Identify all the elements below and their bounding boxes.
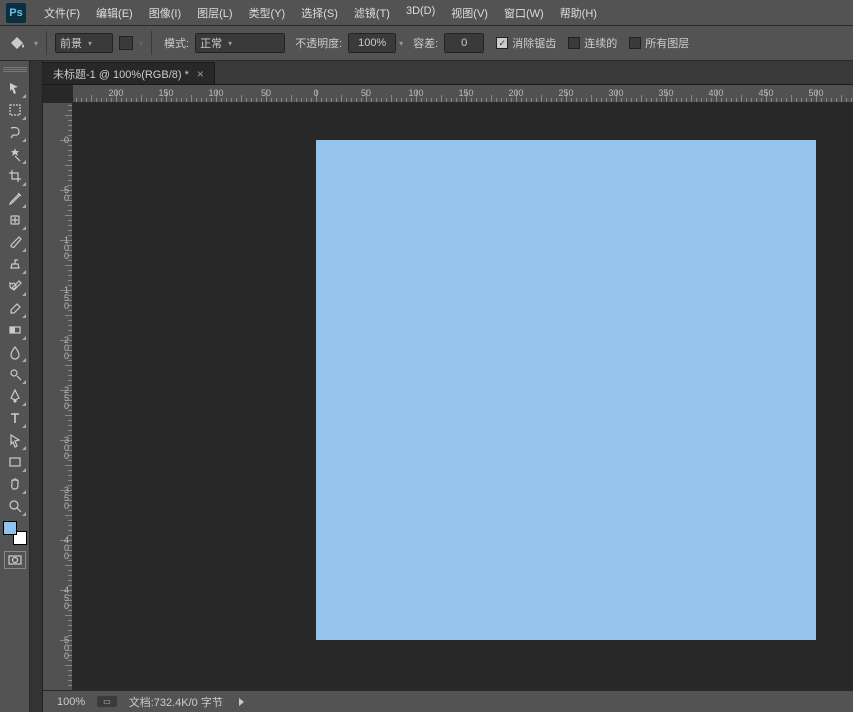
tolerance-label: 容差: — [413, 35, 438, 51]
document-tab[interactable]: 未标题-1 @ 100%(RGB/8) * × — [43, 62, 215, 84]
marquee-tool[interactable] — [3, 99, 27, 121]
lasso-tool[interactable] — [3, 121, 27, 143]
antialias-checkbox[interactable]: ✓消除锯齿 — [496, 35, 556, 51]
dodge-tool[interactable] — [3, 363, 27, 385]
hand-tool[interactable] — [3, 473, 27, 495]
menu-item[interactable]: 文件(F) — [36, 1, 88, 25]
opacity-label: 不透明度: — [295, 35, 342, 51]
preview-icon[interactable]: ▭ — [97, 696, 117, 707]
blur-tool[interactable] — [3, 341, 27, 363]
pattern-swatch[interactable] — [119, 36, 133, 50]
all-layers-checkbox[interactable]: 所有图层 — [629, 35, 689, 51]
eyedropper-tool[interactable] — [3, 187, 27, 209]
menu-item[interactable]: 编辑(E) — [88, 1, 141, 25]
document-area: 未标题-1 @ 100%(RGB/8) * × 2502001501005005… — [43, 61, 853, 712]
blend-mode-dropdown[interactable]: 正常▾ — [195, 33, 285, 53]
canvas-viewport[interactable] — [73, 103, 853, 690]
tolerance-input[interactable]: 0 — [444, 33, 484, 53]
zoom-level[interactable]: 100% — [57, 696, 85, 708]
zoom-tool[interactable] — [3, 495, 27, 517]
foreground-color[interactable] — [3, 521, 17, 535]
flyout-icon[interactable] — [239, 698, 244, 706]
menu-item[interactable]: 窗口(W) — [496, 1, 552, 25]
magic-wand-tool[interactable] — [3, 143, 27, 165]
quick-mask-toggle[interactable] — [4, 551, 26, 569]
chevron-down-icon[interactable]: ▾ — [34, 39, 38, 48]
pen-tool[interactable] — [3, 385, 27, 407]
contiguous-checkbox[interactable]: 连续的 — [568, 35, 617, 51]
eraser-tool[interactable] — [3, 297, 27, 319]
menu-item[interactable]: 3D(D) — [398, 1, 443, 25]
bucket-icon[interactable] — [6, 32, 28, 54]
history-brush-tool[interactable] — [3, 275, 27, 297]
menu-item[interactable]: 图像(I) — [141, 1, 189, 25]
chevron-down-icon: ▾ — [139, 39, 143, 48]
healing-brush-tool[interactable] — [3, 209, 27, 231]
opacity-input[interactable]: 100% — [348, 33, 396, 53]
fill-source-dropdown[interactable]: 前景▾ — [55, 33, 113, 53]
menu-item[interactable]: 类型(Y) — [241, 1, 294, 25]
path-select-tool[interactable] — [3, 429, 27, 451]
status-bar: 100% ▭ 文档:732.4K/0 字节 — [43, 690, 853, 712]
move-tool[interactable] — [3, 77, 27, 99]
brush-tool[interactable] — [3, 231, 27, 253]
rectangle-tool[interactable] — [3, 451, 27, 473]
menu-item[interactable]: 选择(S) — [293, 1, 346, 25]
menu-item[interactable]: 图层(L) — [189, 1, 240, 25]
mode-label: 模式: — [164, 35, 189, 51]
tool-palette — [0, 61, 30, 712]
document-tab-bar: 未标题-1 @ 100%(RGB/8) * × — [43, 61, 853, 85]
close-icon[interactable]: × — [197, 67, 204, 81]
type-tool[interactable] — [3, 407, 27, 429]
color-swatch[interactable] — [3, 521, 27, 545]
gradient-tool[interactable] — [3, 319, 27, 341]
options-bar: ▾ 前景▾ ▾ 模式: 正常▾ 不透明度: 100% ▾ 容差: 0 ✓消除锯齿… — [0, 26, 853, 61]
crop-tool[interactable] — [3, 165, 27, 187]
doc-size: 文档:732.4K/0 字节 — [129, 694, 223, 710]
ruler-vertical: 5005 01 0 01 5 02 0 02 5 03 0 03 5 04 0 … — [43, 103, 73, 690]
clone-stamp-tool[interactable] — [3, 253, 27, 275]
ruler-horizontal: 2502001501005005010015020025030035040045… — [73, 85, 853, 103]
app-logo: Ps — [6, 3, 26, 23]
menu-item[interactable]: 视图(V) — [443, 1, 496, 25]
menu-bar: Ps 文件(F)编辑(E)图像(I)图层(L)类型(Y)选择(S)滤镜(T)3D… — [0, 0, 853, 26]
palette-grip[interactable] — [3, 65, 27, 73]
canvas[interactable] — [316, 140, 816, 640]
tab-title: 未标题-1 @ 100%(RGB/8) * — [53, 66, 189, 82]
dock-strip — [30, 61, 43, 712]
menu-item[interactable]: 帮助(H) — [552, 1, 605, 25]
chevron-down-icon[interactable]: ▾ — [399, 39, 403, 48]
menu-item[interactable]: 滤镜(T) — [346, 1, 398, 25]
